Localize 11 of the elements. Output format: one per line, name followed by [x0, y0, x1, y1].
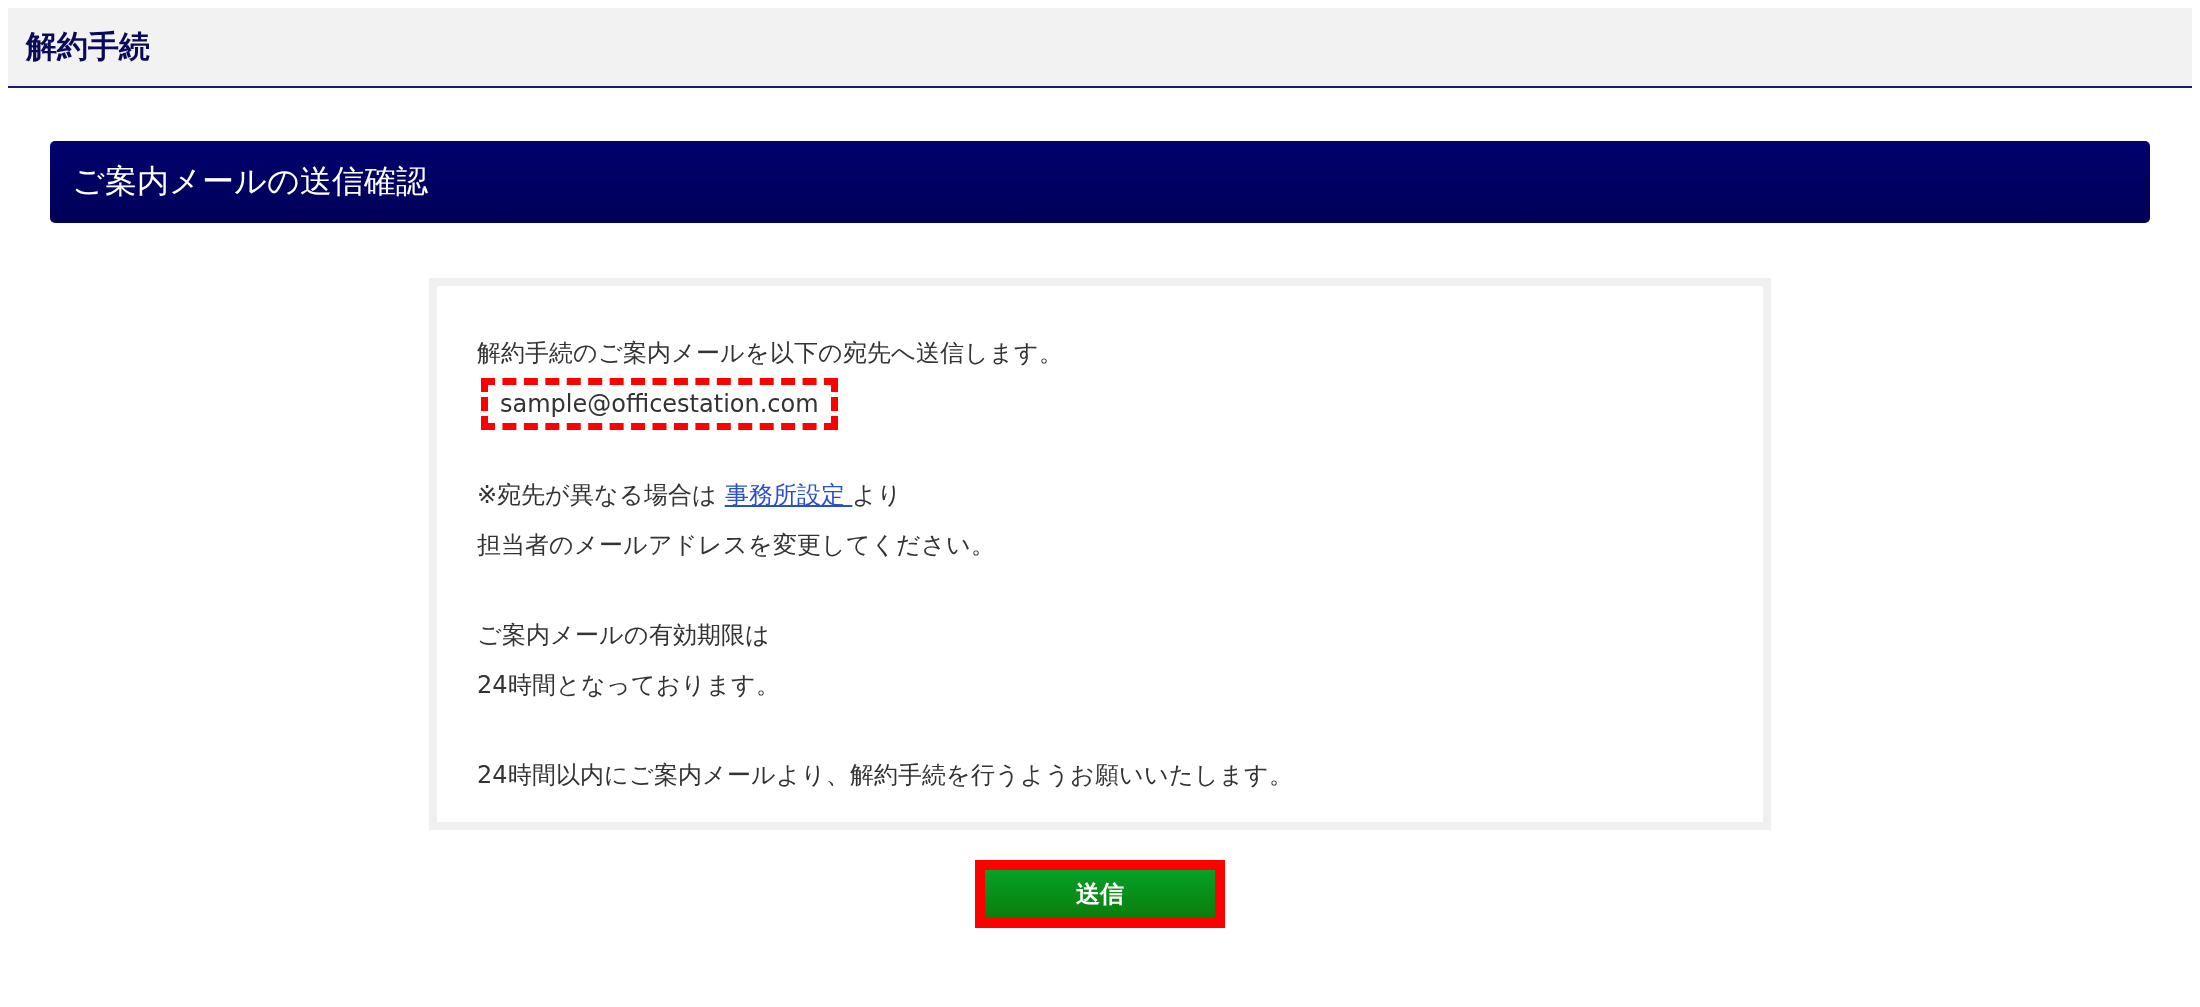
note-text-continued: 担当者のメールアドレスを変更してください。 — [477, 530, 996, 561]
expiry-text: ご案内メールの有効期限は — [477, 620, 771, 651]
expiry-text-continued: 24時間となっております。 — [477, 670, 781, 701]
intro-text: 解約手続のご案内メールを以下の宛先へ送信します。 — [477, 338, 1064, 369]
send-button[interactable]: 送信 — [985, 870, 1215, 918]
office-settings-link[interactable]: 事務所設定 — [724, 481, 853, 509]
page-title: 解約手続 — [26, 27, 150, 66]
section-title: ご案内メールの送信確認 — [72, 161, 428, 202]
note-text: ※宛先が異なる場合は 事務所設定 より — [477, 480, 904, 511]
email-address: sample@officestation.com — [500, 390, 819, 418]
request-text: 24時間以内にご案内メールより、解約手続を行うようお願いいたします。 — [477, 760, 1294, 791]
